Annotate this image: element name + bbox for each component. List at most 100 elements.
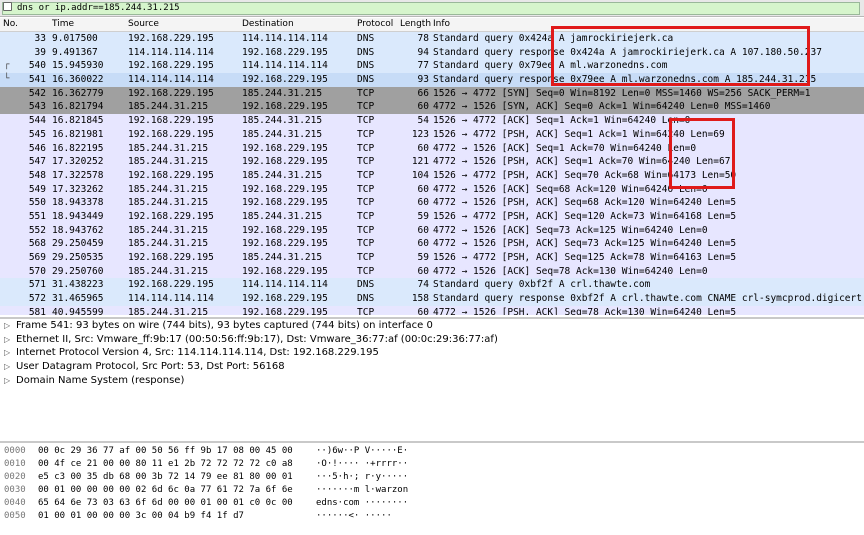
- detail-tree-label: Ethernet II, Src: Vmware_ff:9b:17 (00:50…: [16, 333, 498, 345]
- packet-protocol: TCP: [357, 115, 375, 127]
- packet-row[interactable]: 550 18.943378 185.244.31.215 192.168.229.19…: [0, 196, 864, 210]
- detail-tree-item[interactable]: ▷ Ethernet II, Src: Vmware_ff:9b:17 (00:5…: [0, 333, 864, 347]
- hex-offset[interactable]: 0050: [4, 510, 26, 523]
- packet-no: 581: [28, 306, 46, 315]
- column-header-info[interactable]: Info: [433, 18, 450, 31]
- hex-ascii[interactable]: ·······m l·warzon: [316, 484, 408, 497]
- packet-info: 1526 → 4772 [SYN] Seq=0 Win=8192 Len=0 M…: [433, 87, 811, 99]
- hex-row: 0010 00 4f ce 21 00 00 80 11 e1 2b 72 72 …: [0, 458, 864, 471]
- hex-row: 0020 e5 c3 00 35 db 68 00 3b 72 14 79 ee …: [0, 471, 864, 484]
- packet-info: Standard query 0xbf2f A crl.thawte.com: [433, 279, 651, 291]
- hex-offset[interactable]: 0040: [4, 497, 26, 510]
- packet-source: 185.244.31.215: [128, 265, 209, 277]
- packet-row[interactable]: 572 31.465965 114.114.114.114 192.168.229.1…: [0, 292, 864, 306]
- packet-row[interactable]: 571 31.438223 192.168.229.195 114.114.114.1…: [0, 278, 864, 293]
- packet-row[interactable]: 548 17.322578 192.168.229.195 185.244.31.21…: [0, 168, 864, 183]
- packet-row[interactable]: 547 17.320252 185.244.31.215 192.168.229.19…: [0, 155, 864, 169]
- hex-bytes[interactable]: 00 01 00 00 00 00 02 6d 6c 0a 77 61 72 7…: [38, 484, 293, 497]
- packet-row[interactable]: 540 15.945930 192.168.229.195 114.114.114.1…: [0, 59, 864, 74]
- packet-time: 9.491367: [52, 46, 98, 58]
- packet-destination: 192.168.229.195: [242, 74, 328, 86]
- expand-arrow-icon[interactable]: ▷: [4, 319, 10, 333]
- packet-row[interactable]: 569 29.250535 192.168.229.195 185.244.31.21…: [0, 251, 864, 265]
- packet-no: 570: [28, 265, 46, 277]
- hex-bytes[interactable]: 00 0c 29 36 77 af 00 50 56 ff 9b 17 08 0…: [38, 445, 293, 458]
- column-header-protocol[interactable]: Protocol: [357, 18, 393, 31]
- detail-tree-item[interactable]: ▷ Domain Name System (response): [0, 374, 864, 388]
- expand-arrow-icon[interactable]: ▷: [4, 346, 10, 360]
- packet-length: 59: [417, 252, 429, 263]
- expand-arrow-icon[interactable]: ▷: [4, 374, 10, 388]
- packet-row[interactable]: 544 16.821845 192.168.229.195 185.244.31.21…: [0, 114, 864, 128]
- hex-ascii[interactable]: ··)6w··P V·····E·: [316, 445, 408, 458]
- packet-details-pane[interactable]: ▷ Frame 541: 93 bytes on wire (744 bits),…: [0, 317, 864, 441]
- display-filter-input[interactable]: dns or ip.addr==185.244.31.215: [2, 2, 860, 15]
- packet-source: 185.244.31.215: [128, 224, 209, 236]
- packet-bytes-pane[interactable]: 0000 00 0c 29 36 77 af 00 50 56 ff 9b 17 …: [0, 441, 864, 535]
- packet-row[interactable]: 546 16.822195 185.244.31.215 192.168.229.19…: [0, 141, 864, 156]
- packet-row[interactable]: 542 16.362779 192.168.229.195 185.244.31.21…: [0, 86, 864, 101]
- packet-time: 29.250535: [52, 252, 104, 263]
- hex-ascii[interactable]: ······<· ·····: [316, 510, 392, 523]
- packet-time: 16.360022: [52, 74, 104, 86]
- packet-row[interactable]: 581 40.945599 185.244.31.215 192.168.229.19…: [0, 305, 864, 315]
- expand-arrow-icon[interactable]: ▷: [4, 333, 10, 347]
- packet-length: 66: [417, 87, 429, 99]
- hex-offset[interactable]: 0000: [4, 445, 26, 458]
- packet-list[interactable]: No. Time Source Destination Protocol Len…: [0, 18, 864, 315]
- packet-no: 572: [28, 293, 46, 305]
- column-header-destination[interactable]: Destination: [242, 18, 294, 31]
- packet-no: 548: [28, 169, 46, 181]
- expand-arrow-icon[interactable]: ▷: [4, 360, 10, 374]
- packet-info: 4772 → 1526 [PSH, ACK] Seq=78 Ack=130 Wi…: [433, 306, 737, 315]
- detail-tree-item[interactable]: ▷ User Datagram Protocol, Src Port: 53, D…: [0, 360, 864, 374]
- column-header-source[interactable]: Source: [128, 18, 159, 31]
- hex-offset[interactable]: 0020: [4, 471, 26, 484]
- packet-length: 59: [417, 210, 429, 222]
- packet-row[interactable]: 39 9.491367 114.114.114.114 192.168.229.195…: [0, 45, 864, 60]
- hex-offset[interactable]: 0030: [4, 484, 26, 497]
- packet-row[interactable]: 551 18.943449 192.168.229.195 185.244.31.21…: [0, 209, 864, 224]
- packet-protocol: TCP: [357, 156, 375, 168]
- hex-ascii[interactable]: edns·com ········: [316, 497, 408, 510]
- hex-bytes[interactable]: e5 c3 00 35 db 68 00 3b 72 14 79 ee 81 8…: [38, 471, 293, 484]
- packet-row[interactable]: 33 9.017500 192.168.229.195 114.114.114.114…: [0, 32, 864, 46]
- hex-ascii[interactable]: ···5·h·; r·y·····: [316, 471, 408, 484]
- hex-offset[interactable]: 0010: [4, 458, 26, 471]
- packet-info: 1526 → 4772 [ACK] Seq=1 Ack=1 Win=64240 …: [433, 115, 691, 127]
- detail-tree-item[interactable]: ▷ Frame 541: 93 bytes on wire (744 bits),…: [0, 319, 864, 333]
- packet-source: 114.114.114.114: [128, 293, 214, 305]
- hex-ascii[interactable]: ·O·!···· ·+rrrr··: [316, 458, 408, 471]
- packet-row[interactable]: 543 16.821794 185.244.31.215 192.168.229.19…: [0, 100, 864, 115]
- packet-row[interactable]: 570 29.250760 185.244.31.215 192.168.229.19…: [0, 264, 864, 279]
- packet-info: 1526 → 4772 [PSH, ACK] Seq=125 Ack=78 Wi…: [433, 252, 737, 263]
- column-header-time[interactable]: Time: [52, 18, 74, 31]
- hex-bytes[interactable]: 01 00 01 00 00 00 3c 00 04 b9 f4 1f d7: [38, 510, 244, 523]
- packet-destination: 185.244.31.215: [242, 252, 323, 263]
- packet-protocol: TCP: [357, 197, 375, 209]
- packet-list-header: No. Time Source Destination Protocol Len…: [0, 18, 864, 32]
- packet-row[interactable]: 552 18.943762 185.244.31.215 192.168.229.19…: [0, 223, 864, 238]
- packet-destination: 192.168.229.195: [242, 293, 328, 305]
- packet-info: Standard query 0x424a A jamrockiriejerk.…: [433, 33, 674, 44]
- packet-info: 4772 → 1526 [ACK] Seq=73 Ack=125 Win=642…: [433, 224, 708, 236]
- bookmark-filter-icon[interactable]: [3, 2, 12, 11]
- column-header-no[interactable]: No.: [3, 18, 18, 31]
- packet-protocol: TCP: [357, 169, 375, 181]
- hex-bytes[interactable]: 00 4f ce 21 00 00 80 11 e1 2b 72 72 72 7…: [38, 458, 293, 471]
- packet-row[interactable]: 541 16.360022 114.114.114.114 192.168.229.1…: [0, 73, 864, 87]
- packet-destination: 192.168.229.195: [242, 142, 328, 154]
- packet-time: 16.362779: [52, 87, 104, 99]
- column-header-length[interactable]: Length: [400, 18, 431, 31]
- packet-row[interactable]: 545 16.821981 192.168.229.195 185.244.31.21…: [0, 127, 864, 142]
- packet-no: 568: [28, 238, 46, 250]
- packet-destination: 192.168.229.195: [242, 224, 328, 236]
- packet-length: 74: [417, 279, 429, 291]
- hex-bytes[interactable]: 65 64 6e 73 03 63 6f 6d 00 00 01 00 01 c…: [38, 497, 293, 510]
- packet-protocol: TCP: [357, 210, 375, 222]
- packet-row[interactable]: 568 29.250459 185.244.31.215 192.168.229.19…: [0, 237, 864, 251]
- packet-length: 60: [417, 265, 429, 277]
- packet-row[interactable]: 549 17.323262 185.244.31.215 192.168.229.19…: [0, 182, 864, 197]
- packet-info: 1526 → 4772 [PSH, ACK] Seq=70 Ack=68 Win…: [433, 169, 737, 181]
- detail-tree-item[interactable]: ▷ Internet Protocol Version 4, Src: 114.1…: [0, 346, 864, 360]
